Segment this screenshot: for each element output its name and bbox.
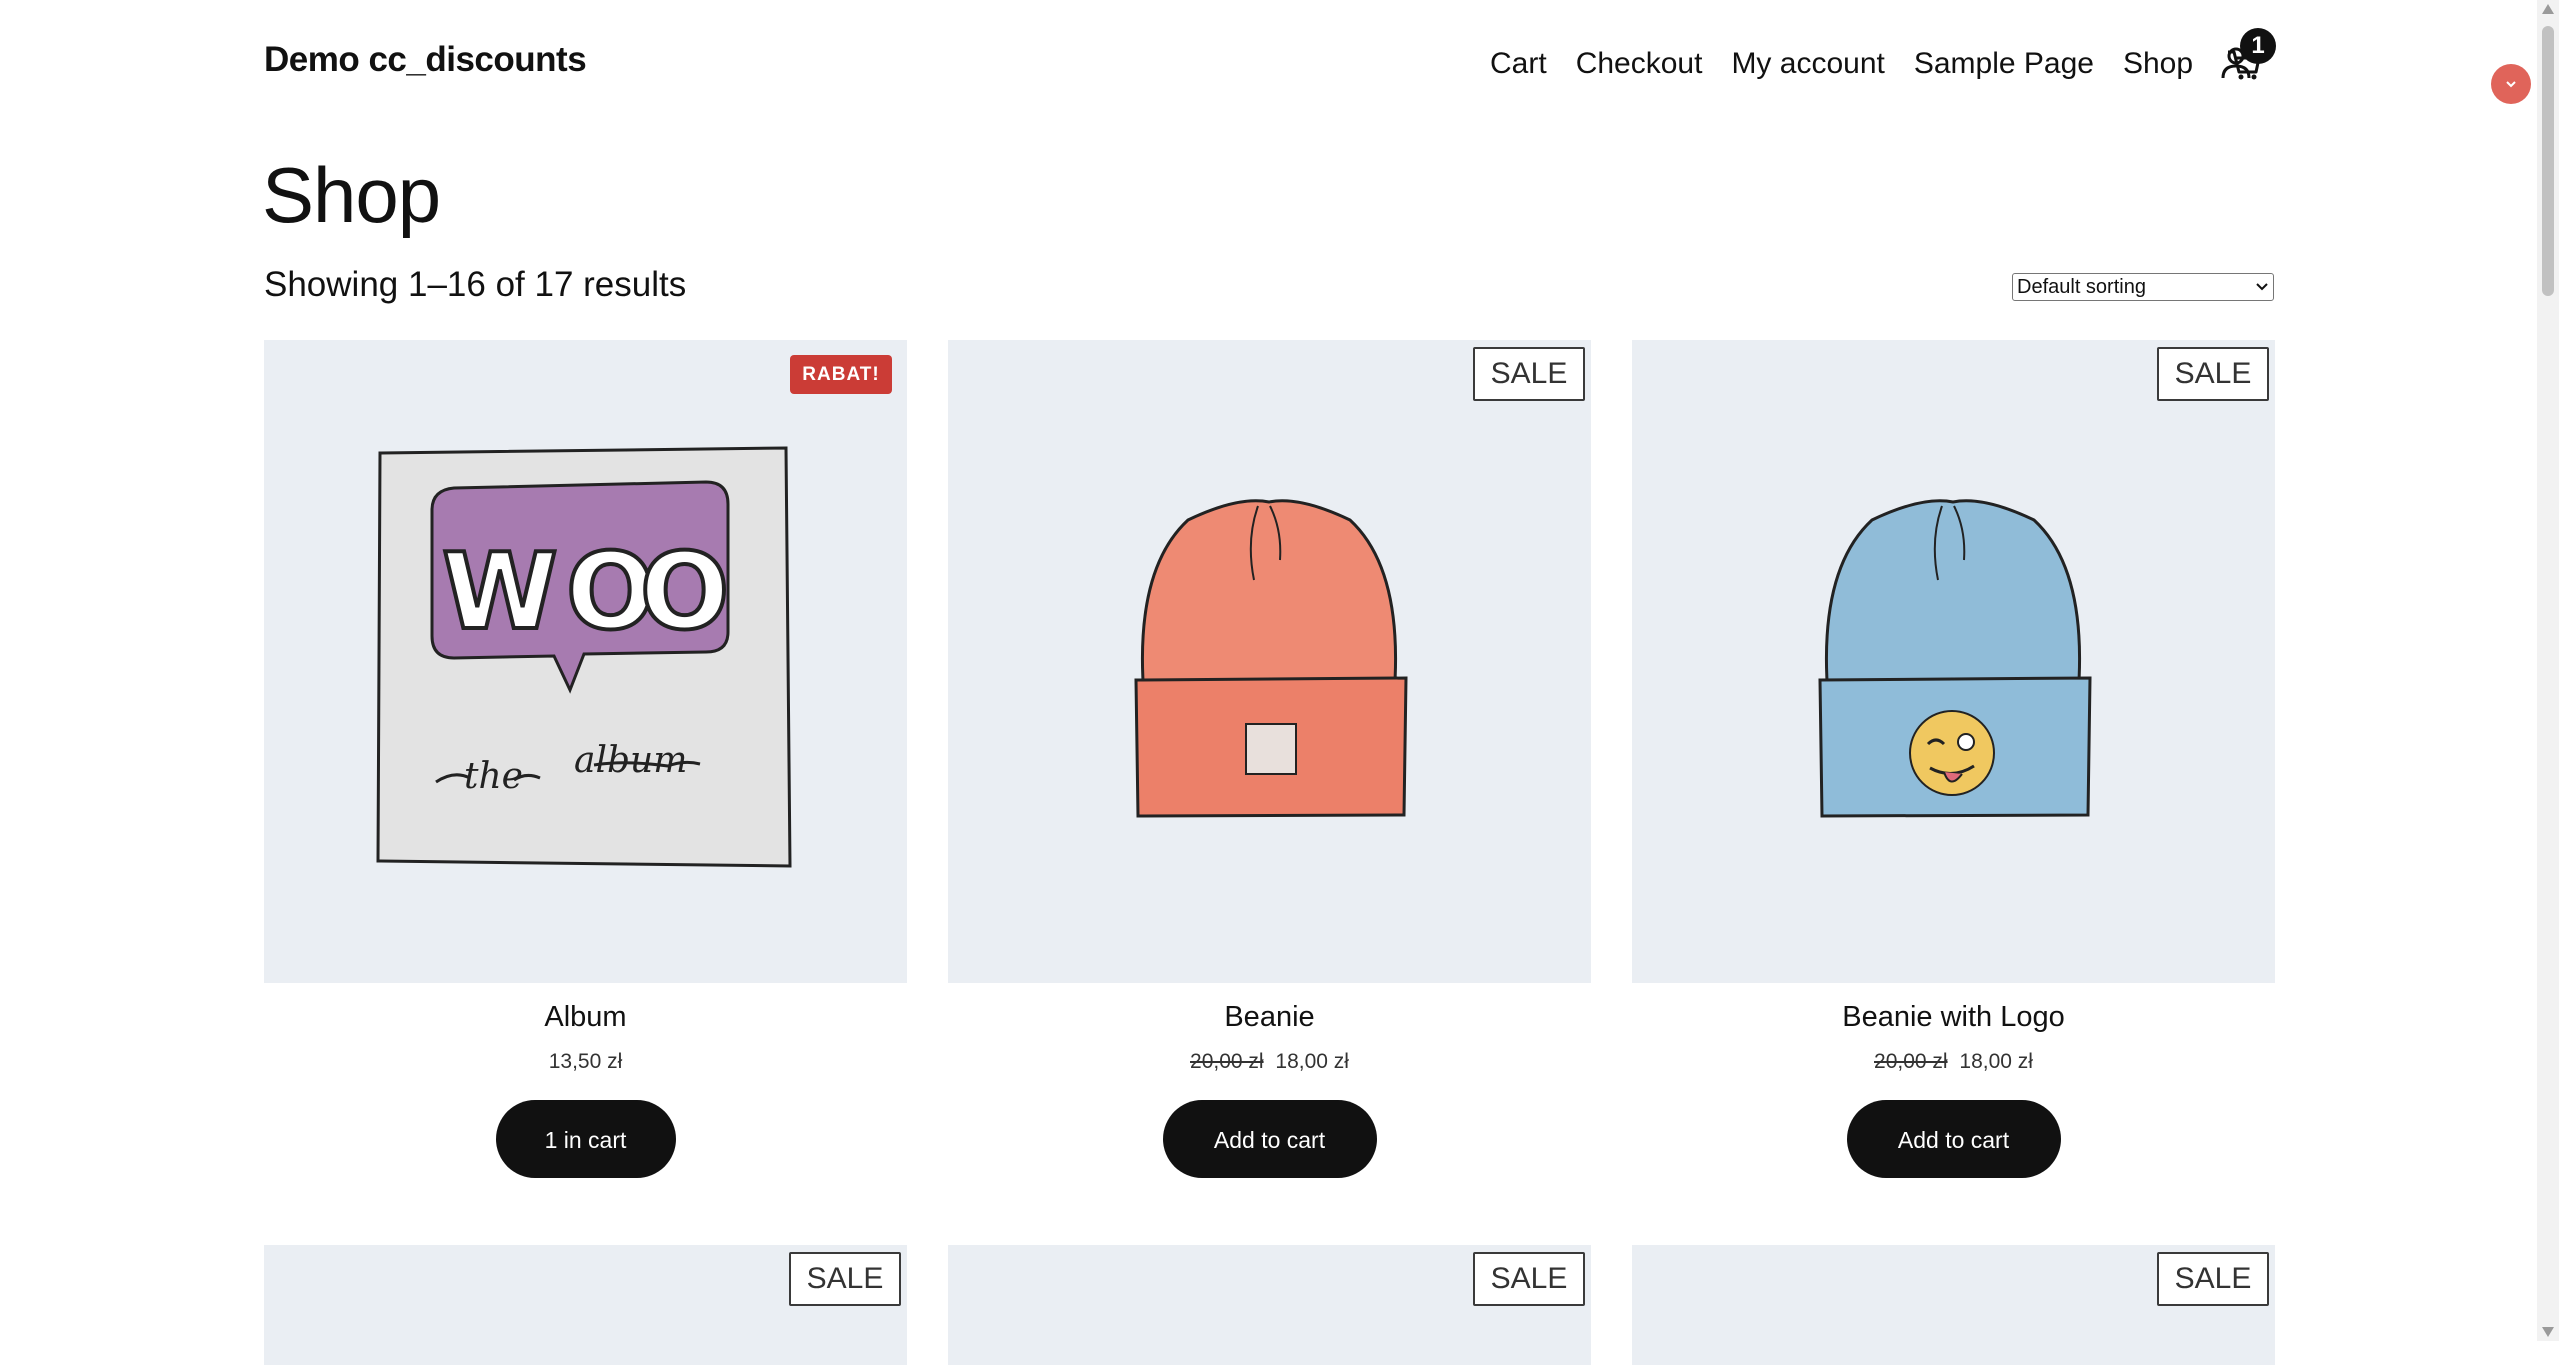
product-sale-price: 18,00 zł (1275, 1050, 1349, 1073)
nav-checkout[interactable]: Checkout (1576, 47, 1703, 81)
product-card: W O O the album RABAT! Album 13,50 zł 1 … (264, 340, 907, 1178)
product-regular-price: 20,00 zł (1874, 1050, 1948, 1073)
product-image[interactable]: SALE (948, 340, 1591, 983)
svg-text:the: the (464, 756, 523, 797)
add-to-cart-button[interactable]: Add to cart (1846, 1100, 2061, 1178)
product-price: 20,00 zł 18,00 zł (948, 1050, 1591, 1074)
product-price: 20,00 zł 18,00 zł (1632, 1050, 2275, 1074)
product-regular-price: 20,00 zł (1190, 1050, 1264, 1073)
album-woo-logo: W O O (440, 529, 731, 655)
main-nav: Cart Checkout My account Sample Page Sho… (1490, 44, 2280, 84)
sale-badge: SALE (2157, 347, 2269, 401)
product-card: SALE Beanie 20,00 zł 18,00 zł Add to car… (948, 340, 1591, 1178)
product-image[interactable]: W O O the album RABAT! (264, 340, 907, 983)
nav-cart[interactable]: Cart (1490, 47, 1547, 81)
beanie-art (1134, 499, 1408, 818)
sale-badge: SALE (1473, 1252, 1585, 1306)
sort-select-value: Default sorting (2017, 275, 2146, 298)
beanie-with-logo-art (1818, 499, 2092, 818)
product-sale-price: 13,50 zł (548, 1050, 623, 1073)
svg-text:W: W (442, 531, 558, 653)
product-card: SALE Beanie with Logo 20,00 zł 18,00 zł … (1632, 340, 2275, 1178)
svg-text:album: album (574, 740, 687, 781)
result-count: Showing 1–16 of 17 results (264, 265, 687, 304)
nav-my-account[interactable]: My account (1731, 47, 1884, 81)
in-cart-button[interactable]: 1 in cart (495, 1100, 676, 1178)
product-name[interactable]: Album (264, 1001, 907, 1034)
product-image[interactable]: SALE (1632, 1245, 2275, 1365)
sort-select[interactable]: Default sorting (2012, 273, 2274, 301)
product-image[interactable]: SALE (264, 1245, 907, 1365)
scroll-thumb[interactable] (2542, 26, 2554, 296)
svg-text:O: O (640, 531, 729, 653)
album-art: W O O the album (376, 446, 792, 868)
product-price: 13,50 zł (264, 1050, 907, 1074)
sale-badge: SALE (2157, 1252, 2269, 1306)
page-title: Shop (262, 151, 441, 239)
site-title[interactable]: Demo cc_discounts (264, 40, 587, 80)
floating-toggle-button[interactable] (2491, 64, 2531, 104)
chevron-down-icon (2256, 283, 2268, 291)
nav-shop[interactable]: Shop (2123, 47, 2193, 81)
sale-badge: SALE (789, 1252, 901, 1306)
product-name[interactable]: Beanie with Logo (1632, 1001, 2275, 1034)
nav-sample-page[interactable]: Sample Page (1914, 47, 2094, 81)
cart-count-badge: 1 (2240, 28, 2276, 64)
product-sale-price: 18,00 zł (1959, 1050, 2033, 1073)
scrollbar[interactable] (2537, 0, 2559, 1341)
chevron-down-icon (2506, 81, 2516, 88)
product-image[interactable]: SALE (1632, 340, 2275, 983)
discount-badge: RABAT! (790, 355, 892, 394)
product-image[interactable]: SALE (948, 1245, 1591, 1365)
scroll-down-arrow[interactable] (2542, 1327, 2554, 1337)
product-name[interactable]: Beanie (948, 1001, 1591, 1034)
add-to-cart-button[interactable]: Add to cart (1162, 1100, 1377, 1178)
sale-badge: SALE (1473, 347, 1585, 401)
scroll-up-arrow[interactable] (2542, 4, 2554, 14)
